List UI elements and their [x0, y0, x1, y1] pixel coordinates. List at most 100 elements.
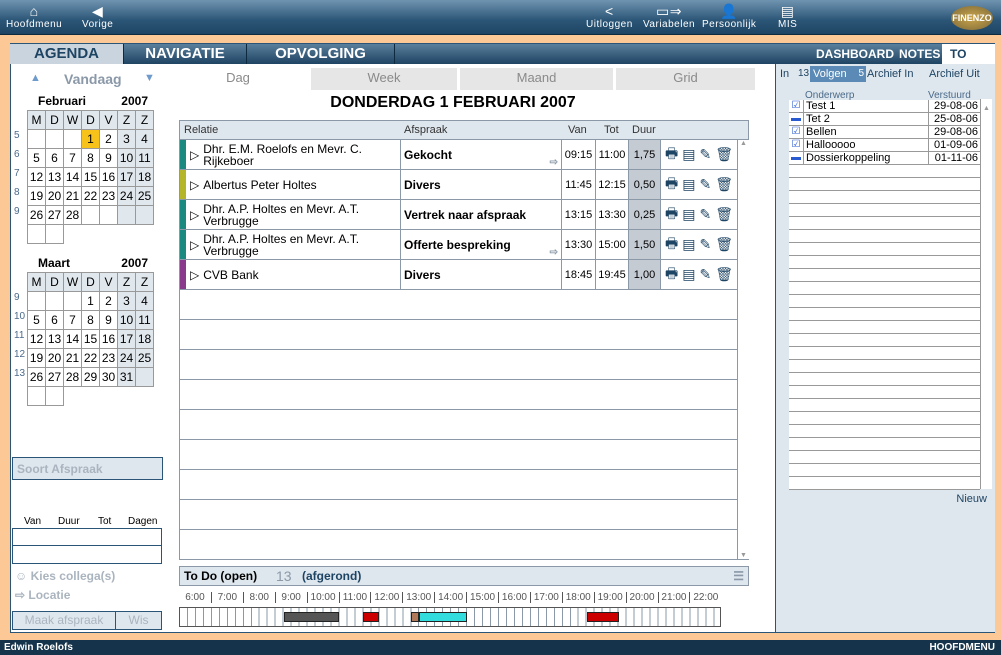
todo-row[interactable]: [789, 438, 980, 451]
todo-row[interactable]: [789, 412, 980, 425]
print-icon[interactable]: 🖶: [665, 143, 678, 167]
todo-row[interactable]: ▬ Tet 2 25-08-06: [789, 113, 980, 126]
kies-collega-link[interactable]: ☺ Kies collega(s): [15, 569, 115, 583]
calendar-day[interactable]: 13: [45, 329, 64, 349]
calendar-day[interactable]: 18: [135, 167, 154, 187]
calendar-day[interactable]: 15: [81, 167, 100, 187]
calendar-day[interactable]: 13: [45, 167, 64, 187]
time-input-box[interactable]: [12, 528, 162, 564]
prev-arrow-icon[interactable]: ▲: [30, 72, 41, 84]
location-icon[interactable]: ⇨: [550, 247, 558, 258]
print-icon[interactable]: 🖶: [665, 263, 678, 287]
calendar-day[interactable]: 19: [27, 186, 46, 206]
calendar-day[interactable]: 14: [63, 167, 82, 187]
print-icon[interactable]: 🖶: [665, 173, 678, 197]
calendar-day[interactable]: 7: [63, 310, 82, 330]
todo-row[interactable]: ☑ Bellen 29-08-06: [789, 126, 980, 139]
calendar-day[interactable]: 24: [117, 348, 136, 368]
checkbox-checked-icon[interactable]: ☑: [789, 139, 803, 150]
calendar-day[interactable]: 31: [117, 367, 136, 387]
tab-dashboard[interactable]: DASHBOARD: [816, 44, 894, 64]
tab-opvolging[interactable]: OPVOLGING: [247, 44, 395, 64]
relatie[interactable]: Dhr. A.P. Holtes en Mevr. A.T. Verbrugge: [203, 233, 400, 257]
afspraak[interactable]: Gekocht: [404, 148, 452, 162]
timeline-grid[interactable]: [179, 607, 722, 627]
calendar-day[interactable]: 25: [135, 348, 154, 368]
today-button[interactable]: Vandaag: [64, 71, 122, 87]
tab-notes[interactable]: NOTES: [899, 44, 940, 64]
locatie-link[interactable]: ⇨ Locatie: [15, 588, 70, 602]
todo-row[interactable]: [789, 347, 980, 360]
location-icon[interactable]: ⇨: [550, 157, 558, 168]
trash-icon[interactable]: 🗑: [715, 266, 733, 283]
view-maand[interactable]: Maand: [460, 68, 615, 90]
calendar-day[interactable]: 18: [135, 329, 154, 349]
relatie[interactable]: Dhr. E.M. Roelofs en Mevr. C. Rijkeboer: [203, 143, 400, 167]
table-row[interactable]: [180, 290, 738, 320]
todo-row[interactable]: [789, 204, 980, 217]
table-row[interactable]: [180, 440, 738, 470]
table-row[interactable]: [180, 380, 738, 410]
relatie[interactable]: Dhr. A.P. Holtes en Mevr. A.T. Verbrugge: [203, 203, 400, 227]
calendar-day[interactable]: 26: [27, 205, 46, 225]
calendar-day[interactable]: 24: [117, 186, 136, 206]
todo-row[interactable]: [789, 399, 980, 412]
todo-row[interactable]: [789, 165, 980, 178]
calendar-day[interactable]: 27: [45, 205, 64, 225]
todo-row[interactable]: [789, 217, 980, 230]
nieuw-button[interactable]: Nieuw: [956, 493, 987, 505]
afspraak[interactable]: Vertrek naar afspraak: [404, 208, 526, 222]
checkbox-icon[interactable]: ▬: [789, 152, 803, 163]
print-icon[interactable]: 🖶: [665, 233, 678, 257]
todo-row[interactable]: [789, 269, 980, 282]
tab-agenda[interactable]: AGENDA: [10, 44, 124, 64]
table-row[interactable]: ▷ Dhr. A.P. Holtes en Mevr. A.T. Verbrugg…: [180, 200, 738, 230]
todo-row[interactable]: [789, 282, 980, 295]
todo-row[interactable]: [789, 334, 980, 347]
todo-row[interactable]: [789, 243, 980, 256]
tab-archief-in[interactable]: Archief In: [867, 66, 913, 82]
todo-row[interactable]: [789, 464, 980, 477]
todo-scrollbar[interactable]: ▲: [980, 99, 992, 489]
todo-row[interactable]: ▬ Dossierkoppeling 01-11-06: [789, 152, 980, 165]
calendar-day[interactable]: 28: [63, 205, 82, 225]
todo-row[interactable]: [789, 295, 980, 308]
persoonlijk-button[interactable]: 👤 Persoonlijk: [702, 3, 756, 30]
calendar-day[interactable]: 27: [45, 367, 64, 387]
expand-icon[interactable]: ▷: [190, 149, 199, 161]
expand-icon[interactable]: ▷: [190, 179, 199, 191]
calendar-day[interactable]: 22: [81, 186, 100, 206]
calendar-day[interactable]: 29: [81, 367, 100, 387]
todo-row[interactable]: [789, 360, 980, 373]
expand-icon[interactable]: ▷: [190, 269, 199, 281]
trash-icon[interactable]: 🗑: [715, 206, 733, 223]
notes-icon[interactable]: ▤: [682, 176, 695, 193]
print-icon[interactable]: 🖶: [665, 203, 678, 227]
calendar-day[interactable]: 9: [99, 310, 118, 330]
tab-archief-uit[interactable]: Archief Uit: [929, 66, 980, 82]
hoofdmenu-footer-link[interactable]: HOOFDMENU: [929, 640, 995, 655]
calendar-day[interactable]: 1: [81, 129, 100, 149]
edit-icon[interactable]: ✎: [699, 266, 711, 283]
todo-row[interactable]: ☑ Test 1 29-08-06: [789, 100, 980, 113]
calendar-day[interactable]: 1: [81, 291, 100, 311]
expand-icon[interactable]: ▷: [190, 239, 199, 251]
timeline-appointment-bar[interactable]: [586, 612, 619, 622]
table-row[interactable]: [180, 500, 738, 530]
calendar-day[interactable]: 8: [81, 310, 100, 330]
view-week[interactable]: Week: [311, 68, 459, 90]
afspraak[interactable]: Offerte bespreking: [404, 238, 511, 252]
uitloggen-button[interactable]: < Uitloggen: [586, 3, 633, 30]
expand-icon[interactable]: ▷: [190, 209, 199, 221]
view-grid[interactable]: Grid: [616, 68, 757, 90]
todo-row[interactable]: [789, 425, 980, 438]
table-scrollbar[interactable]: ▲ ▼: [737, 140, 749, 559]
todo-row[interactable]: [789, 308, 980, 321]
notes-icon[interactable]: ▤: [682, 206, 695, 223]
soort-afspraak-select[interactable]: Soort Afspraak: [12, 457, 163, 480]
notes-icon[interactable]: ▤: [682, 266, 695, 283]
notes-icon[interactable]: ▤: [682, 146, 695, 163]
relatie[interactable]: CVB Bank: [203, 269, 258, 281]
variabelen-button[interactable]: ▭⇒ Variabelen: [643, 3, 695, 30]
todo-row[interactable]: [789, 477, 980, 490]
